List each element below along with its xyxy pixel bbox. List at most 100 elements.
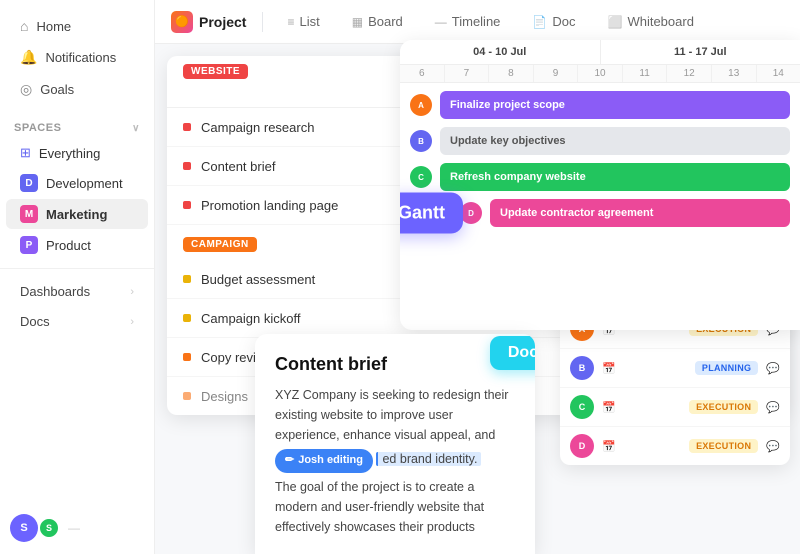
sidebar: ⌂ Home 🔔 Notifications ◎ Goals Spaces ∨ …: [0, 0, 155, 554]
docs-body: XYZ Company is seeking to redesign their…: [275, 385, 515, 537]
row-dot: [183, 123, 191, 131]
sidebar-item-everything[interactable]: ⊞ Everything: [6, 139, 148, 167]
docs-badge: Docs: [490, 336, 535, 370]
gantt-day: 10: [578, 65, 623, 82]
space-dot-m: M: [20, 205, 38, 223]
gantt-day: 14: [757, 65, 800, 82]
gantt-days: 6 7 8 9 10 11 12 13 14: [400, 65, 800, 83]
gantt-bar-row: C Refresh company website: [410, 163, 790, 191]
row-label: Campaign kickoff: [201, 311, 300, 326]
project-icon: 🟠: [171, 11, 193, 33]
list-icon: ≡: [287, 15, 294, 29]
status-row: B 📅 PLANNING 💬: [560, 349, 790, 388]
pencil-icon: ✏: [285, 452, 294, 470]
space-dot-d: D: [20, 174, 38, 192]
status-row: D 📅 EXECUTION 💬: [560, 427, 790, 465]
chevron-down-icon[interactable]: ∨: [132, 123, 140, 134]
website-badge: WEBSITE: [183, 64, 248, 79]
avatar: C: [570, 395, 594, 419]
row-dot: [183, 392, 191, 400]
chat-icon: 💬: [766, 440, 780, 453]
sidebar-item-label: Notifications: [45, 50, 116, 65]
tab-list[interactable]: ≡ List: [279, 10, 327, 33]
status-badge: PLANNING: [695, 361, 758, 375]
row-dot: [183, 314, 191, 322]
sidebar-item-notifications[interactable]: 🔔 Notifications: [6, 42, 148, 73]
board-icon: ▦: [352, 15, 363, 29]
gantt-day: 13: [712, 65, 757, 82]
sidebar-item-dashboards[interactable]: Dashboards ›: [6, 277, 148, 306]
chevron-right-icon: ›: [130, 286, 134, 298]
docs-title: Content brief: [275, 354, 515, 375]
status-badge: EXECUTION: [689, 400, 758, 414]
gantt-bar-row: Gantt D Update contractor agreement: [410, 199, 790, 227]
goals-icon: ◎: [20, 81, 32, 98]
timeline-icon: —: [435, 15, 447, 29]
calendar-icon: 📅: [602, 401, 616, 414]
editing-badge: ✏ Josh editing: [275, 449, 373, 473]
tab-whiteboard[interactable]: ⬜ Whiteboard: [600, 10, 702, 33]
grid-icon: ⊞: [20, 145, 31, 161]
calendar-icon: 📅: [602, 440, 616, 453]
row-label: Campaign research: [201, 120, 314, 135]
chat-icon: 💬: [766, 401, 780, 414]
calendar-icon: 📅: [602, 362, 616, 375]
status-badge: EXECUTION: [689, 439, 758, 453]
sidebar-item-goals[interactable]: ◎ Goals: [6, 74, 148, 105]
gantt-bar-contractor[interactable]: Update contractor agreement: [490, 199, 790, 227]
status-rows: A 📅 EXECUTION 💬 B 📅 PLANNING 💬 C 📅 EXECU…: [560, 310, 790, 465]
gantt-day: 11: [623, 65, 668, 82]
gantt-period-2: 11 - 17 Jul: [601, 40, 800, 64]
highlighted-text: ed brand identity.: [376, 452, 481, 466]
avatar-secondary: S: [38, 517, 60, 539]
gantt-day: 8: [489, 65, 534, 82]
header-divider: [262, 12, 263, 32]
gantt-header: 04 - 10 Jul 11 - 17 Jul: [400, 40, 800, 65]
main-area: 🟠 Project ≡ List ▦ Board — Timeline 📄 Do…: [155, 0, 800, 554]
gantt-avatar: C: [410, 166, 432, 188]
gantt-overlay: 04 - 10 Jul 11 - 17 Jul 6 7 8 9 10 11 12…: [400, 40, 800, 330]
tab-timeline[interactable]: — Timeline: [427, 10, 509, 33]
tab-board[interactable]: ▦ Board: [344, 10, 411, 33]
sidebar-item-product[interactable]: P Product: [6, 230, 148, 260]
sidebar-item-home[interactable]: ⌂ Home: [6, 11, 148, 41]
sidebar-item-development[interactable]: D Development: [6, 168, 148, 198]
status-row: C 📅 EXECUTION 💬: [560, 388, 790, 427]
row-label: Content brief: [201, 159, 275, 174]
avatar: S: [10, 514, 38, 542]
gantt-avatar: D: [460, 202, 482, 224]
main-header: 🟠 Project ≡ List ▦ Board — Timeline 📄 Do…: [155, 0, 800, 44]
gantt-day: 6: [400, 65, 445, 82]
spaces-header: Spaces ∨: [0, 114, 154, 138]
gantt-label-badge: Gantt: [400, 193, 463, 234]
row-label: Promotion landing page: [201, 198, 338, 213]
project-title: 🟠 Project: [171, 11, 246, 33]
home-icon: ⌂: [20, 18, 28, 34]
avatar: D: [570, 434, 594, 458]
gantt-bar-row: A Finalize project scope: [410, 91, 790, 119]
campaign-badge: CAMPAIGN: [183, 237, 257, 252]
sidebar-item-label: Home: [36, 19, 71, 34]
avatar: B: [570, 356, 594, 380]
chevron-right-icon: ›: [130, 316, 134, 328]
gantt-bar-objectives[interactable]: Update key objectives: [440, 127, 790, 155]
chat-icon: 💬: [766, 362, 780, 375]
bell-icon: 🔔: [20, 49, 37, 66]
sidebar-item-marketing[interactable]: M Marketing: [6, 199, 148, 229]
user-avatar-area[interactable]: S S —: [10, 514, 80, 542]
docs-overlay: Docs Content brief XYZ Company is seekin…: [255, 334, 535, 554]
gantt-body: A Finalize project scope B Update key ob…: [400, 83, 800, 235]
row-dot: [183, 275, 191, 283]
row-dot: [183, 162, 191, 170]
tab-doc[interactable]: 📄 Doc: [524, 10, 583, 33]
row-label: Budget assessment: [201, 272, 315, 287]
row-dot: [183, 201, 191, 209]
gantt-bar-row: B Update key objectives: [410, 127, 790, 155]
gantt-avatar: A: [410, 94, 432, 116]
row-dot: [183, 353, 191, 361]
gantt-bar-finalize[interactable]: Finalize project scope: [440, 91, 790, 119]
gantt-bar-refresh[interactable]: Refresh company website: [440, 163, 790, 191]
sidebar-item-docs[interactable]: Docs ›: [6, 307, 148, 336]
sidebar-item-label: Goals: [40, 82, 74, 97]
gantt-avatar: B: [410, 130, 432, 152]
